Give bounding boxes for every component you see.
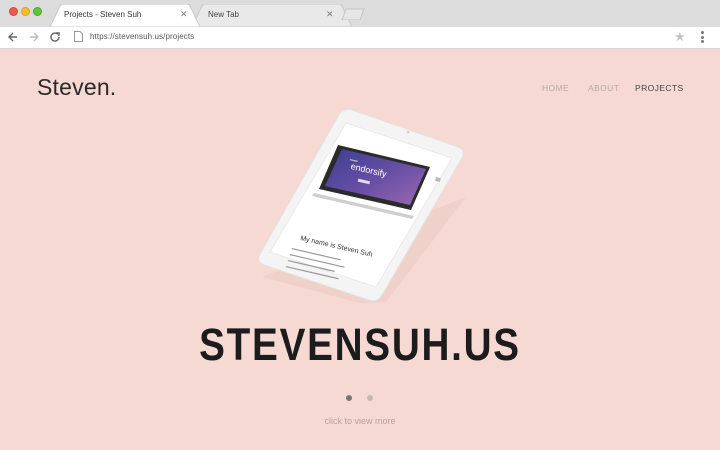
nav-link-about[interactable]: ABOUT (588, 83, 619, 93)
carousel-dot-active[interactable] (346, 395, 352, 401)
reload-icon[interactable] (48, 30, 62, 44)
close-window-icon[interactable] (9, 7, 18, 16)
tab-title: Projects - Steven Suh (64, 10, 142, 19)
minimize-window-icon[interactable] (21, 7, 30, 16)
address-bar[interactable]: https://stevensuh.us/projects (90, 32, 194, 41)
nav-link-projects[interactable]: PROJECTS (635, 83, 684, 93)
project-preview-image[interactable]: endorsify My name is Steven Suh (240, 107, 480, 307)
tab-close-icon[interactable]: ✕ (326, 9, 334, 19)
view-more-link[interactable]: click to view more (0, 416, 720, 426)
page-icon (74, 31, 83, 42)
project-title[interactable]: STEVENSUH.US (50, 319, 669, 371)
back-arrow-icon[interactable] (6, 30, 20, 44)
carousel-dot[interactable] (367, 395, 373, 401)
nav-link-home[interactable]: HOME (542, 83, 569, 93)
browser-menu-icon[interactable] (701, 31, 705, 43)
bookmark-star-icon[interactable]: ★ (674, 29, 686, 45)
maximize-window-icon[interactable] (33, 7, 42, 16)
new-tab-button[interactable] (340, 8, 366, 20)
web-page: Steven. HOME ABOUT PROJECTS endorsify My… (0, 49, 720, 450)
tab-title: New Tab (208, 10, 239, 19)
forward-arrow-icon[interactable] (27, 30, 41, 44)
browser-tab-bar: New Tab ✕ Projects - Steven Suh ✕ (0, 0, 720, 27)
site-logo[interactable]: Steven. (37, 74, 116, 101)
tab-close-icon[interactable]: ✕ (180, 9, 188, 19)
browser-toolbar: https://stevensuh.us/projects ★ (0, 27, 720, 49)
tab-new-tab[interactable]: New Tab ✕ (192, 4, 352, 27)
tab-projects[interactable]: Projects - Steven Suh ✕ (50, 4, 200, 27)
